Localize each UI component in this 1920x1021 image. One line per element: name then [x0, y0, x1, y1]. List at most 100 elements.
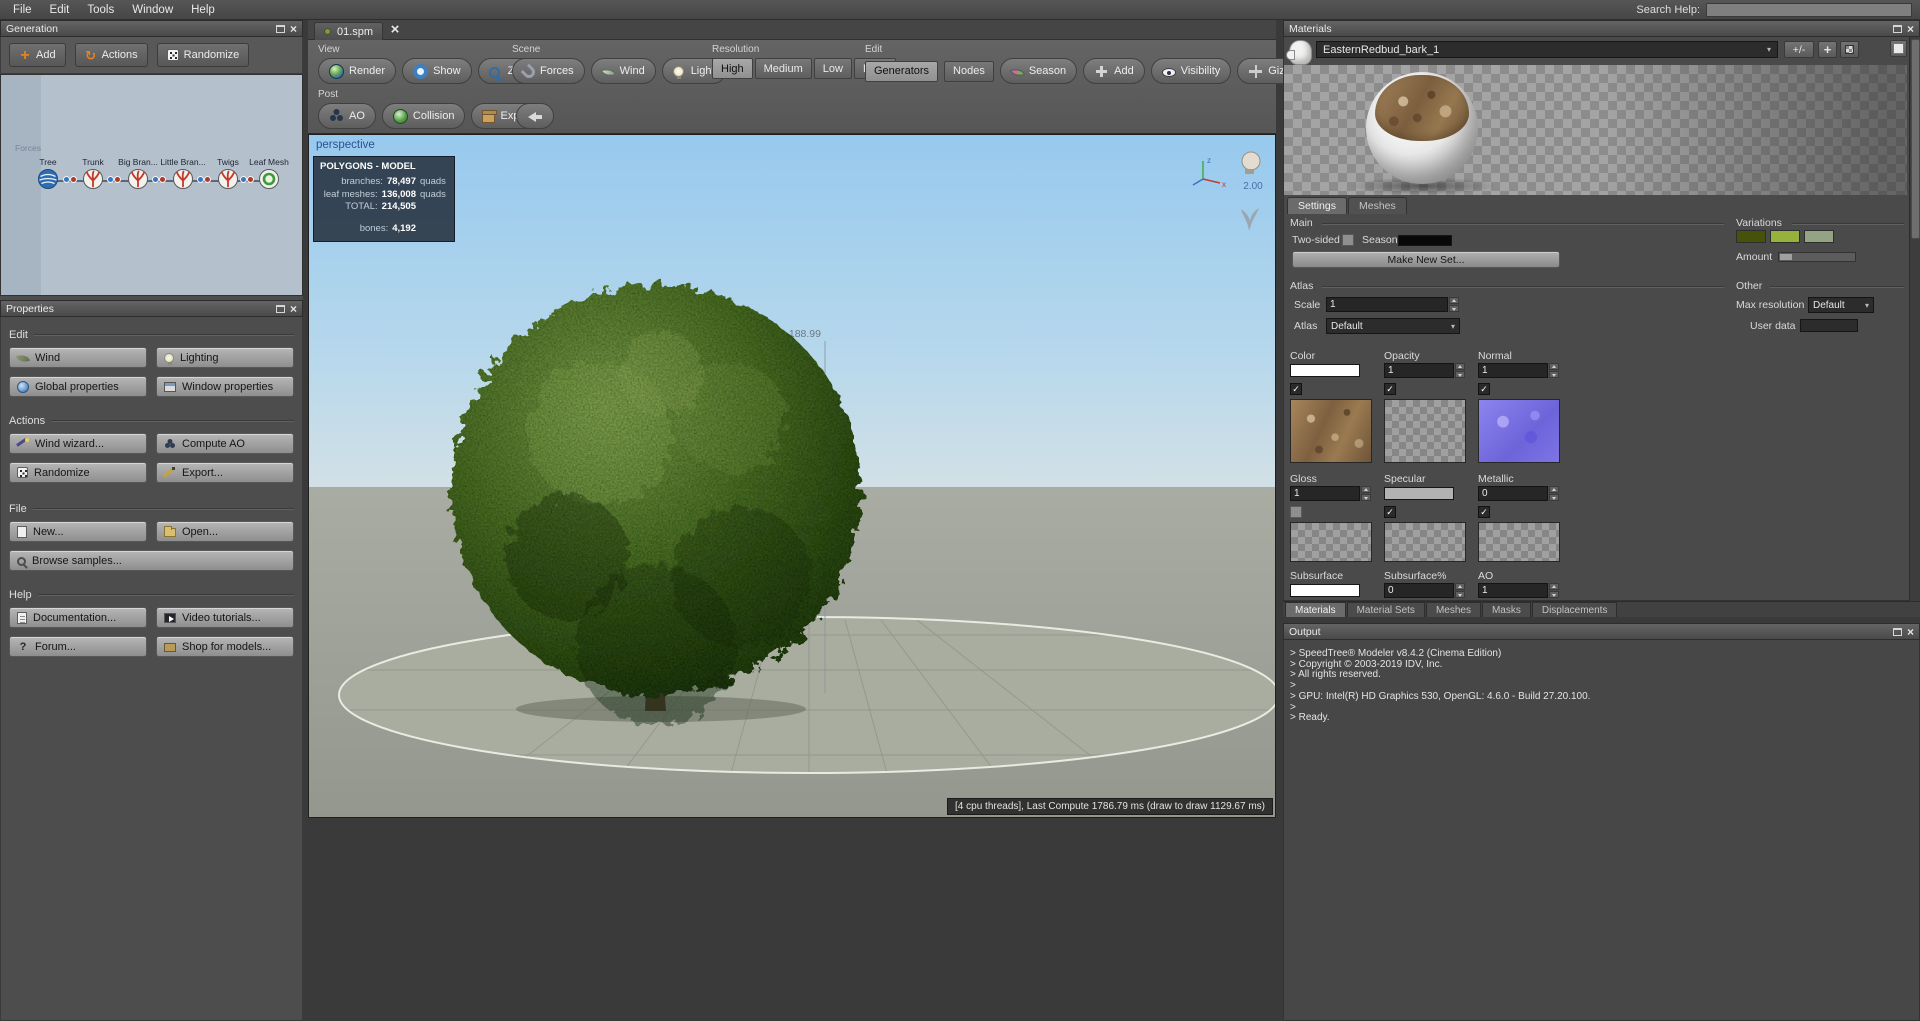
close-panel-icon[interactable]: [1907, 24, 1914, 34]
tab-displacements[interactable]: Displacements: [1531, 602, 1618, 617]
add-material-button[interactable]: [1818, 41, 1837, 58]
close-tab-icon[interactable]: [386, 21, 404, 39]
resolution-high-button[interactable]: High: [712, 58, 753, 79]
randomize-button[interactable]: Randomize: [156, 43, 250, 67]
gloss-texture-thumbnail[interactable]: [1290, 522, 1372, 562]
close-panel-icon[interactable]: [1907, 627, 1914, 637]
wind-button[interactable]: Wind: [590, 58, 656, 84]
global-properties-button[interactable]: Global properties: [9, 376, 147, 397]
collision-button[interactable]: Collision: [381, 103, 466, 129]
normal-enabled-checkbox[interactable]: [1478, 383, 1490, 395]
float-panel-icon[interactable]: [275, 24, 285, 33]
season-color-swatch[interactable]: [1398, 235, 1452, 246]
add-generator-button[interactable]: Add: [9, 43, 66, 67]
ao-button[interactable]: AO: [318, 103, 376, 129]
specular-enabled-checkbox[interactable]: [1384, 506, 1396, 518]
specular-swatch[interactable]: [1384, 487, 1454, 500]
shop-models-button[interactable]: Shop for models...: [156, 636, 294, 657]
tab-materials[interactable]: Materials: [1285, 602, 1346, 617]
material-preview[interactable]: [1284, 65, 1907, 195]
nodes-button[interactable]: Nodes: [944, 60, 994, 82]
menu-window[interactable]: Window: [123, 0, 182, 20]
opacity-texture-thumbnail[interactable]: [1384, 399, 1466, 463]
node-leaf-mesh[interactable]: Leaf Mesh: [241, 157, 297, 190]
close-panel-icon[interactable]: [290, 24, 297, 34]
color-texture-thumbnail[interactable]: [1290, 399, 1372, 463]
camera-label[interactable]: perspective: [316, 139, 375, 151]
menu-tools[interactable]: Tools: [78, 0, 123, 20]
detach-preview-button[interactable]: [1890, 40, 1907, 57]
new-button[interactable]: New...: [9, 521, 147, 542]
specular-texture-thumbnail[interactable]: [1384, 522, 1466, 562]
open-button[interactable]: Open...: [156, 521, 294, 542]
variation-swatch-1[interactable]: [1736, 230, 1766, 243]
normal-texture-thumbnail[interactable]: [1478, 399, 1560, 463]
gloss-spinner[interactable]: 1: [1290, 486, 1371, 501]
materials-scrollbar[interactable]: [1909, 37, 1920, 601]
search-help-input[interactable]: [1706, 2, 1912, 17]
documentation-button[interactable]: Documentation...: [9, 607, 147, 628]
scale-spinner[interactable]: 1: [1326, 297, 1459, 312]
gloss-enabled-checkbox[interactable]: [1290, 506, 1302, 518]
tab-settings[interactable]: Settings: [1287, 197, 1347, 214]
tab-meshes[interactable]: Meshes: [1348, 197, 1407, 214]
float-panel-icon[interactable]: [275, 304, 285, 313]
output-log[interactable]: > SpeedTree® Modeler v8.4.2 (Cinema Edit…: [1283, 640, 1920, 1021]
tab-material-sets[interactable]: Material Sets: [1346, 602, 1425, 617]
float-panel-icon[interactable]: [1892, 627, 1902, 636]
plus-minus-button[interactable]: +/-: [1784, 41, 1814, 58]
materials-panel-header[interactable]: Materials: [1283, 20, 1920, 37]
add-button[interactable]: Add: [1083, 58, 1145, 84]
export-button[interactable]: Export...: [156, 462, 294, 483]
document-tab[interactable]: 01.spm: [314, 22, 384, 40]
generators-button[interactable]: Generators: [865, 60, 939, 82]
scrollbar-thumb[interactable]: [1911, 39, 1920, 239]
ao-spinner[interactable]: 1: [1478, 583, 1559, 598]
back-button[interactable]: [516, 103, 554, 129]
float-panel-icon[interactable]: [1892, 24, 1902, 33]
metallic-texture-thumbnail[interactable]: [1478, 522, 1560, 562]
generation-panel-header[interactable]: Generation: [0, 20, 303, 37]
properties-panel-header[interactable]: Properties: [0, 300, 303, 317]
randomize-action-button[interactable]: Randomize: [9, 462, 147, 483]
subsurface-swatch[interactable]: [1290, 584, 1360, 597]
metallic-enabled-checkbox[interactable]: [1478, 506, 1490, 518]
viewport[interactable]: 188.99 z x 2.00 perspective POLYGONS - M…: [308, 134, 1280, 818]
user-data-field[interactable]: [1800, 319, 1858, 332]
atlas-grid-button[interactable]: [1840, 41, 1859, 58]
spin-down-icon[interactable]: [1449, 305, 1459, 312]
resolution-low-button[interactable]: Low: [813, 58, 852, 79]
forces-button[interactable]: Forces: [512, 58, 585, 84]
normal-spinner[interactable]: 1: [1478, 363, 1559, 378]
window-properties-button[interactable]: Window properties: [156, 376, 294, 397]
subsurface-pct-spinner[interactable]: 0: [1384, 583, 1465, 598]
close-panel-icon[interactable]: [290, 304, 297, 314]
max-resolution-dropdown[interactable]: Default: [1808, 297, 1874, 313]
show-button[interactable]: Show: [402, 58, 472, 84]
output-panel-header[interactable]: Output: [1283, 623, 1920, 640]
compute-ao-button[interactable]: Compute AO: [156, 433, 294, 454]
variation-swatch-3[interactable]: [1804, 230, 1834, 243]
color-swatch[interactable]: [1290, 364, 1360, 377]
make-new-set-button[interactable]: Make New Set...: [1292, 251, 1560, 268]
two-sided-checkbox[interactable]: [1342, 234, 1354, 246]
opacity-spinner[interactable]: 1: [1384, 363, 1465, 378]
menu-file[interactable]: File: [4, 0, 41, 20]
forum-button[interactable]: Forum...: [9, 636, 147, 657]
color-enabled-checkbox[interactable]: [1290, 383, 1302, 395]
wind-wizard-button[interactable]: Wind wizard...: [9, 433, 147, 454]
actions-button[interactable]: Actions: [74, 43, 148, 67]
menu-help[interactable]: Help: [182, 0, 224, 20]
atlas-dropdown[interactable]: Default: [1326, 318, 1460, 334]
metallic-spinner[interactable]: 0: [1478, 486, 1559, 501]
browse-samples-button[interactable]: Browse samples...: [9, 550, 294, 571]
opacity-enabled-checkbox[interactable]: [1384, 383, 1396, 395]
variation-swatch-2[interactable]: [1770, 230, 1800, 243]
tab-meshes-bottom[interactable]: Meshes: [1425, 602, 1481, 617]
resolution-medium-button[interactable]: Medium: [754, 58, 812, 79]
lighting-button[interactable]: Lighting: [156, 347, 294, 368]
menu-edit[interactable]: Edit: [41, 0, 79, 20]
tab-masks[interactable]: Masks: [1481, 602, 1531, 617]
season-button[interactable]: Season: [999, 58, 1078, 84]
render-button[interactable]: Render: [318, 58, 397, 84]
